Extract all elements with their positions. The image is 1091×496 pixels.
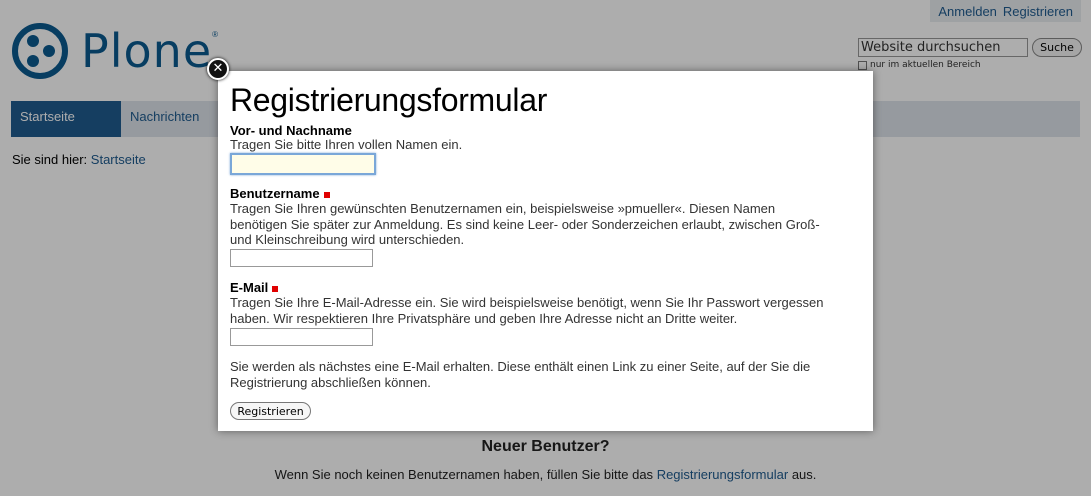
registration-dialog: Registrierungsformular Vor- und Nachname… [218,71,873,431]
close-icon[interactable]: ✕ [207,58,229,80]
email-label-text: E-Mail [230,280,269,295]
registration-note: Sie werden als nächstes eine E-Mail erha… [230,359,811,390]
fullname-label: Vor- und Nachname [230,123,352,138]
dialog-title: Registrierungsformular [230,82,548,118]
username-help: Tragen Sie Ihren gewünschten Benutzernam… [230,201,820,247]
required-marker-icon [272,285,279,292]
fullname-field[interactable] [230,153,376,175]
register-button[interactable]: Registrieren [230,402,311,420]
username-field[interactable] [230,249,373,267]
fullname-help: Tragen Sie bitte Ihren vollen Namen ein. [230,137,463,152]
email-field[interactable] [230,328,373,346]
username-label: Benutzername [230,186,330,201]
email-help: Tragen Sie Ihre E-Mail-Adresse ein. Sie … [230,295,824,326]
email-label: E-Mail [230,280,279,295]
username-label-text: Benutzername [230,186,320,201]
required-marker-icon [323,191,330,198]
fullname-label-text: Vor- und Nachname [230,123,352,138]
